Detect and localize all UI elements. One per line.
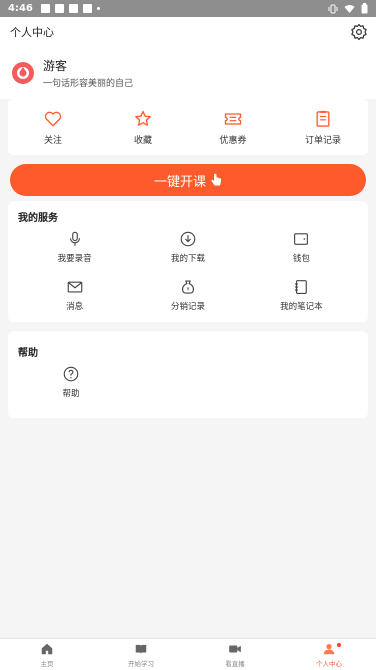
notification-icons [40, 4, 100, 13]
service-label: 我要录音 [57, 254, 92, 264]
tab-label: 主页 [40, 659, 54, 668]
notification-icon [54, 4, 64, 13]
battery-icon [361, 3, 368, 14]
download-icon [180, 231, 196, 247]
profile-name: 游客 [43, 58, 68, 73]
quick-link-orders[interactable]: 订单记录 [278, 109, 368, 146]
mail-icon [67, 281, 82, 293]
notification-icon [40, 4, 50, 13]
microphone-icon [69, 231, 80, 246]
heart-icon [44, 111, 62, 126]
profile-section[interactable]: 游客 一句话形容美丽的自己 [0, 47, 376, 99]
services-card: 我的服务 我要录音 我的下载 钱包 消息 ¥ 分销记录 我的笔记本 [8, 201, 368, 322]
service-label: 我的下载 [170, 254, 205, 264]
service-wallet[interactable]: 钱包 [245, 230, 358, 264]
question-icon [63, 366, 79, 382]
help-label: 帮助 [62, 389, 80, 399]
vibrate-icon [328, 4, 338, 13]
start-course-label: 一键开课 [153, 174, 206, 190]
page-title: 个人中心 [10, 26, 54, 39]
service-label: 分销记录 [170, 302, 205, 312]
wallet-icon [294, 233, 309, 245]
quick-link-label: 订单记录 [304, 135, 341, 146]
bottom-tab-bar: 主页 开始学习 看直播 个人中心 [0, 638, 376, 670]
status-bar: 4:46 [0, 0, 376, 17]
more-notifications-icon [96, 7, 100, 10]
order-icon [316, 110, 330, 127]
book-icon [135, 644, 147, 654]
service-distribution[interactable]: ¥ 分销记录 [131, 278, 244, 312]
wifi-icon [344, 4, 355, 13]
profile-motto: 一句话形容美丽的自己 [43, 78, 134, 89]
help-title: 帮助 [18, 348, 38, 359]
money-bag-icon: ¥ [181, 280, 194, 294]
help-card: 帮助 帮助 [8, 331, 368, 418]
notebook-icon [295, 280, 308, 294]
quick-links-card: 关注 收藏 优惠券 订单记录 [8, 99, 368, 155]
home-icon [41, 643, 53, 654]
notification-icon [68, 4, 78, 13]
quick-link-label: 收藏 [133, 135, 152, 146]
tab-study[interactable]: 开始学习 [94, 639, 188, 670]
avatar-logo-icon [17, 67, 29, 79]
tab-live[interactable]: 看直播 [188, 639, 282, 670]
service-record-audio[interactable]: 我要录音 [18, 230, 131, 264]
service-notebook[interactable]: 我的笔记本 [245, 278, 358, 312]
quick-link-label: 优惠券 [219, 135, 247, 146]
video-icon [229, 645, 241, 652]
user-icon [323, 643, 335, 654]
quick-link-label: 关注 [43, 135, 62, 146]
service-label: 消息 [66, 302, 84, 312]
help-item[interactable]: 帮助 [18, 365, 124, 399]
tab-home[interactable]: 主页 [0, 639, 94, 670]
gear-icon[interactable] [350, 23, 368, 41]
quick-link-coupons[interactable]: 优惠券 [188, 109, 278, 146]
notification-icon [82, 4, 92, 13]
star-icon [135, 110, 151, 126]
services-title: 我的服务 [18, 213, 58, 224]
pointer-hand-icon [211, 173, 221, 186]
svg-text:¥: ¥ [187, 286, 190, 292]
service-label: 我的笔记本 [280, 302, 323, 312]
coupon-icon [224, 112, 242, 125]
tab-label: 个人中心 [316, 659, 342, 668]
start-course-button[interactable]: 一键开课 [10, 164, 366, 196]
service-messages[interactable]: 消息 [18, 278, 131, 312]
status-time: 4:46 [8, 3, 33, 14]
tab-profile[interactable]: 个人中心 [282, 639, 376, 670]
tab-label: 开始学习 [128, 659, 154, 668]
notification-badge [336, 643, 341, 647]
service-downloads[interactable]: 我的下载 [131, 230, 244, 264]
page-header: 个人中心 [0, 17, 376, 47]
quick-link-favorites[interactable]: 收藏 [98, 109, 188, 146]
tab-label: 看直播 [225, 659, 245, 668]
avatar[interactable] [12, 62, 34, 84]
quick-link-follow[interactable]: 关注 [8, 109, 98, 146]
service-label: 钱包 [292, 254, 310, 264]
